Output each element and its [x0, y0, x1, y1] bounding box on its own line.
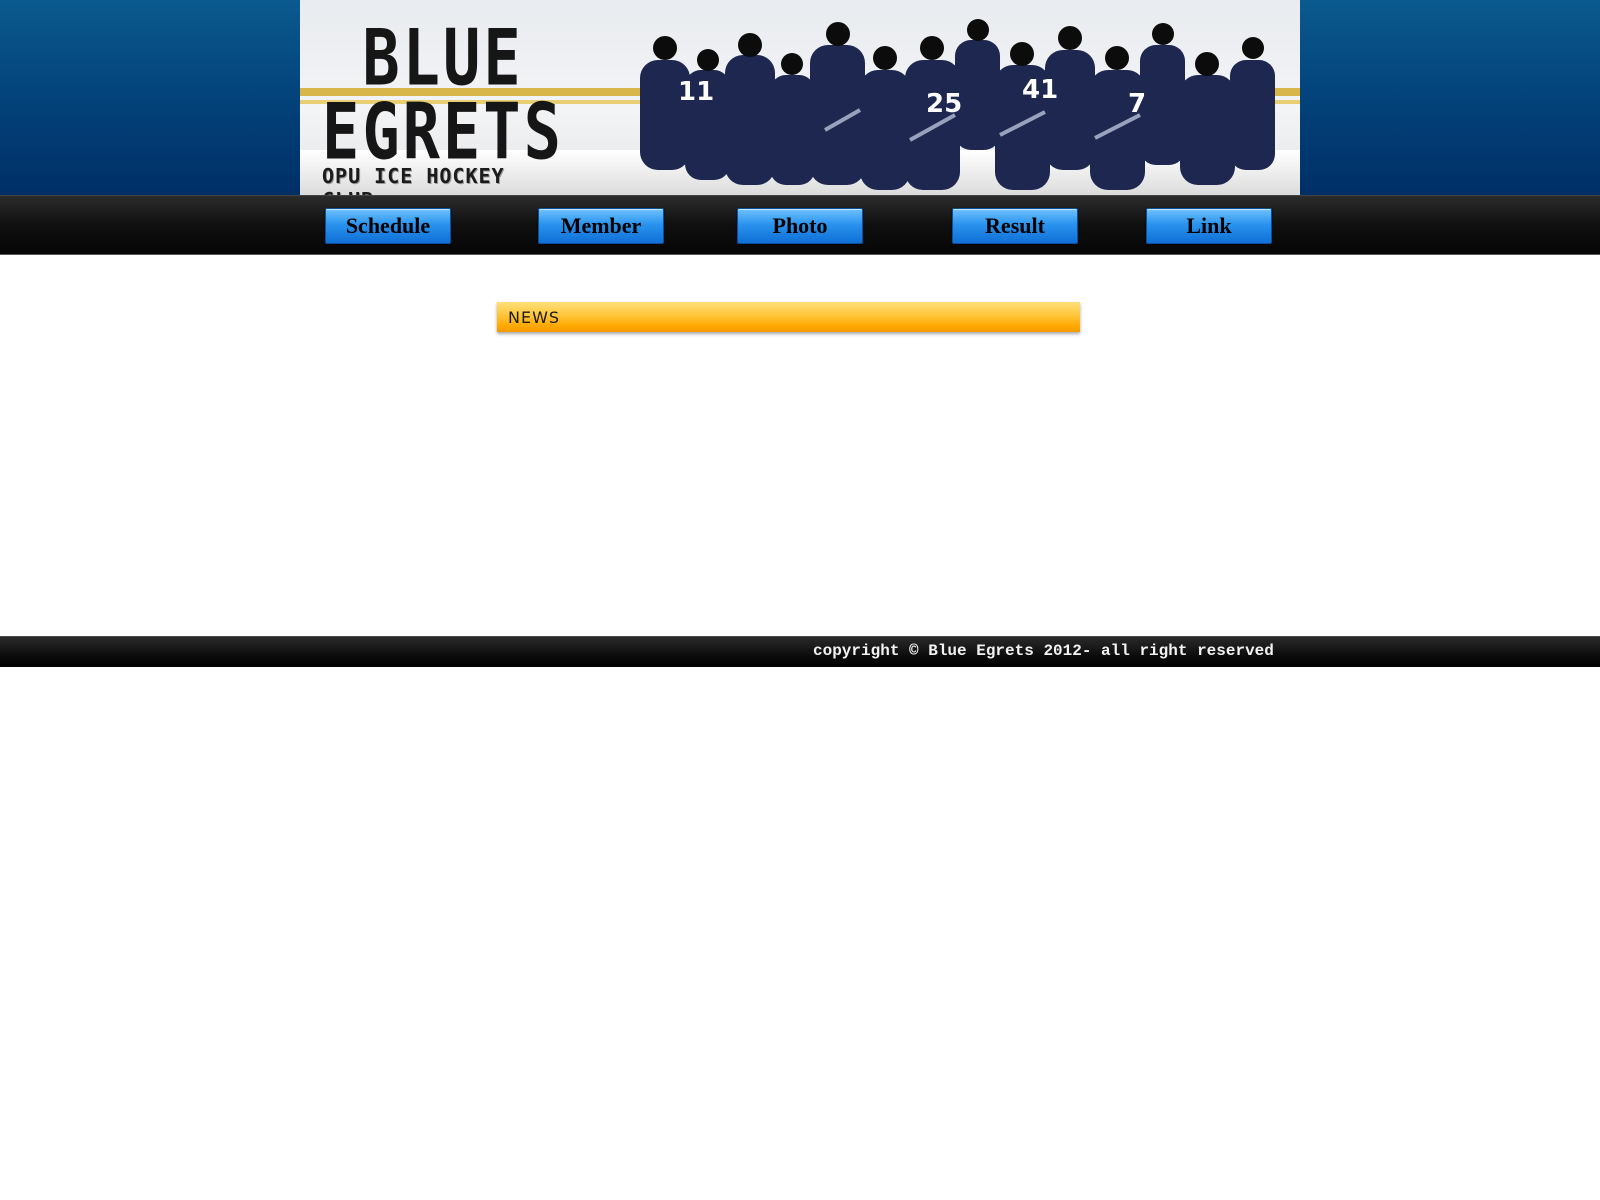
nav-member-button[interactable]: Member [538, 208, 664, 244]
svg-text:11: 11 [678, 77, 714, 107]
nav-schedule-button[interactable]: Schedule [325, 208, 451, 244]
nav-result-button[interactable]: Result [952, 208, 1078, 244]
nav-photo-button[interactable]: Photo [737, 208, 863, 244]
svg-text:7: 7 [1128, 89, 1146, 119]
site-logo: BLUE EGRETS OPU ICE HOCKEY CLUB [318, 4, 568, 195]
news-heading: NEWS [508, 308, 561, 327]
news-header: NEWS [497, 302, 1080, 332]
nav-link-button[interactable]: Link [1146, 208, 1272, 244]
copyright-text: copyright © Blue Egrets 2012- all right … [813, 642, 1274, 660]
team-photo: 25 41 7 11 [640, 19, 1275, 190]
svg-text:41: 41 [1022, 75, 1058, 105]
footer: copyright © Blue Egrets 2012- all right … [0, 636, 1600, 667]
logo-subtitle: OPU ICE HOCKEY CLUB [322, 164, 505, 195]
header-banner: BLUE EGRETS OPU ICE HOCKEY CLUB [300, 0, 1300, 195]
main-navigation: Schedule Member Photo Result Link [0, 195, 1600, 255]
svg-text:25: 25 [926, 89, 962, 119]
